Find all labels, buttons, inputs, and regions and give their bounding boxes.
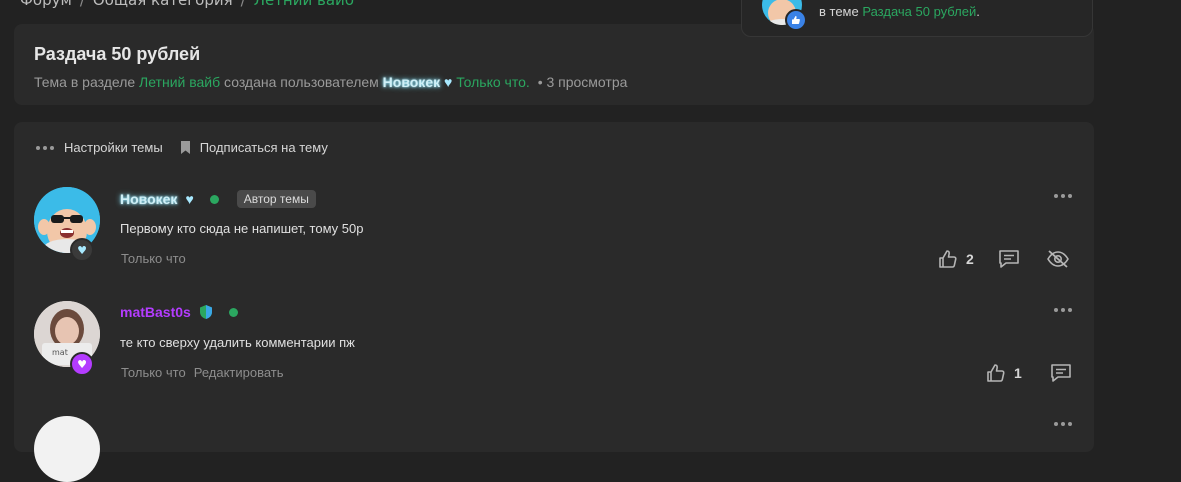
post-more-button[interactable] <box>1054 194 1072 198</box>
like-icon[interactable] <box>938 249 958 269</box>
thread-author-link[interactable]: Новокек <box>383 74 440 90</box>
breadcrumb-separator: / <box>240 0 246 9</box>
heart-icon: ♥ <box>185 191 194 207</box>
notification-prefix: в теме <box>819 4 859 19</box>
subscribe-button[interactable]: Подписаться на тему <box>200 140 328 155</box>
post-more-button[interactable] <box>1054 422 1072 426</box>
shield-icon <box>199 305 212 319</box>
created-by-text: создана пользователем <box>224 74 379 90</box>
reply-icon[interactable] <box>1050 363 1072 383</box>
like-badge-icon <box>785 9 807 31</box>
post-header: Новокек ♥ Автор темы <box>120 190 316 208</box>
thread-time[interactable]: Только что. <box>456 74 530 90</box>
views-count: • 3 просмотра <box>537 74 628 90</box>
post-footer: Только что Редактировать <box>121 365 284 380</box>
avatar-badge: ♥ <box>70 238 94 262</box>
post-time[interactable]: Только что <box>121 251 186 266</box>
reply-icon[interactable] <box>998 249 1020 269</box>
username[interactable]: matBast0s <box>120 304 191 320</box>
post-actions: 2 <box>938 249 1070 269</box>
like-count: 1 <box>1014 365 1022 381</box>
heart-icon: ♥ <box>444 74 453 90</box>
thread-meta: Тема в разделе Летний вайб создана польз… <box>34 74 627 90</box>
thread-title: Раздача 50 рублей <box>34 44 201 64</box>
hide-eye-icon[interactable] <box>1046 249 1070 269</box>
meta-prefix: Тема в разделе <box>34 74 136 90</box>
avatar-badge: ♥ <box>70 352 94 376</box>
online-status-dot <box>228 307 238 317</box>
post-time[interactable]: Только что <box>121 365 186 380</box>
notification-suffix: . <box>976 4 980 19</box>
breadcrumb-item-section[interactable]: Летний вайб <box>254 0 354 9</box>
edit-link[interactable]: Редактировать <box>194 365 284 380</box>
more-icon[interactable] <box>36 145 54 150</box>
thread-settings-button[interactable]: Настройки темы <box>64 140 163 155</box>
avatar[interactable] <box>34 416 100 482</box>
posts-container: Настройки темы Подписаться на тему ♥ Нов… <box>14 122 1094 482</box>
section-link[interactable]: Летний вайб <box>139 74 220 90</box>
like-icon[interactable] <box>986 363 1006 383</box>
notification-text: в теме Раздача 50 рублей. <box>819 4 980 19</box>
online-status-dot <box>209 194 219 204</box>
post-text: те кто сверху удалить комментарии пж <box>120 335 355 350</box>
like-count: 2 <box>966 251 974 267</box>
notification-thread-link[interactable]: Раздача 50 рублей <box>862 4 976 19</box>
post-actions: 1 <box>986 363 1072 383</box>
post-more-button[interactable] <box>1054 308 1072 312</box>
bookmark-icon[interactable] <box>180 141 190 154</box>
author-badge: Автор темы <box>236 190 316 208</box>
breadcrumb-item-category[interactable]: Общая категория <box>93 0 233 9</box>
svg-text:mat: mat <box>52 348 68 357</box>
username[interactable]: Новокек <box>120 191 177 207</box>
notification-popup[interactable]: в теме Раздача 50 рублей. <box>741 0 1093 37</box>
post-header: matBast0s <box>120 304 238 320</box>
post-text: Первому кто сюда не напишет, тому 50р <box>120 221 364 236</box>
breadcrumb: Форум / Общая категория / Летний вайб <box>20 0 354 9</box>
breadcrumb-separator: / <box>79 0 85 9</box>
post-footer: Только что <box>121 251 186 266</box>
breadcrumb-item-forum[interactable]: Форум <box>20 0 72 9</box>
thread-toolbar: Настройки темы Подписаться на тему <box>36 140 328 155</box>
